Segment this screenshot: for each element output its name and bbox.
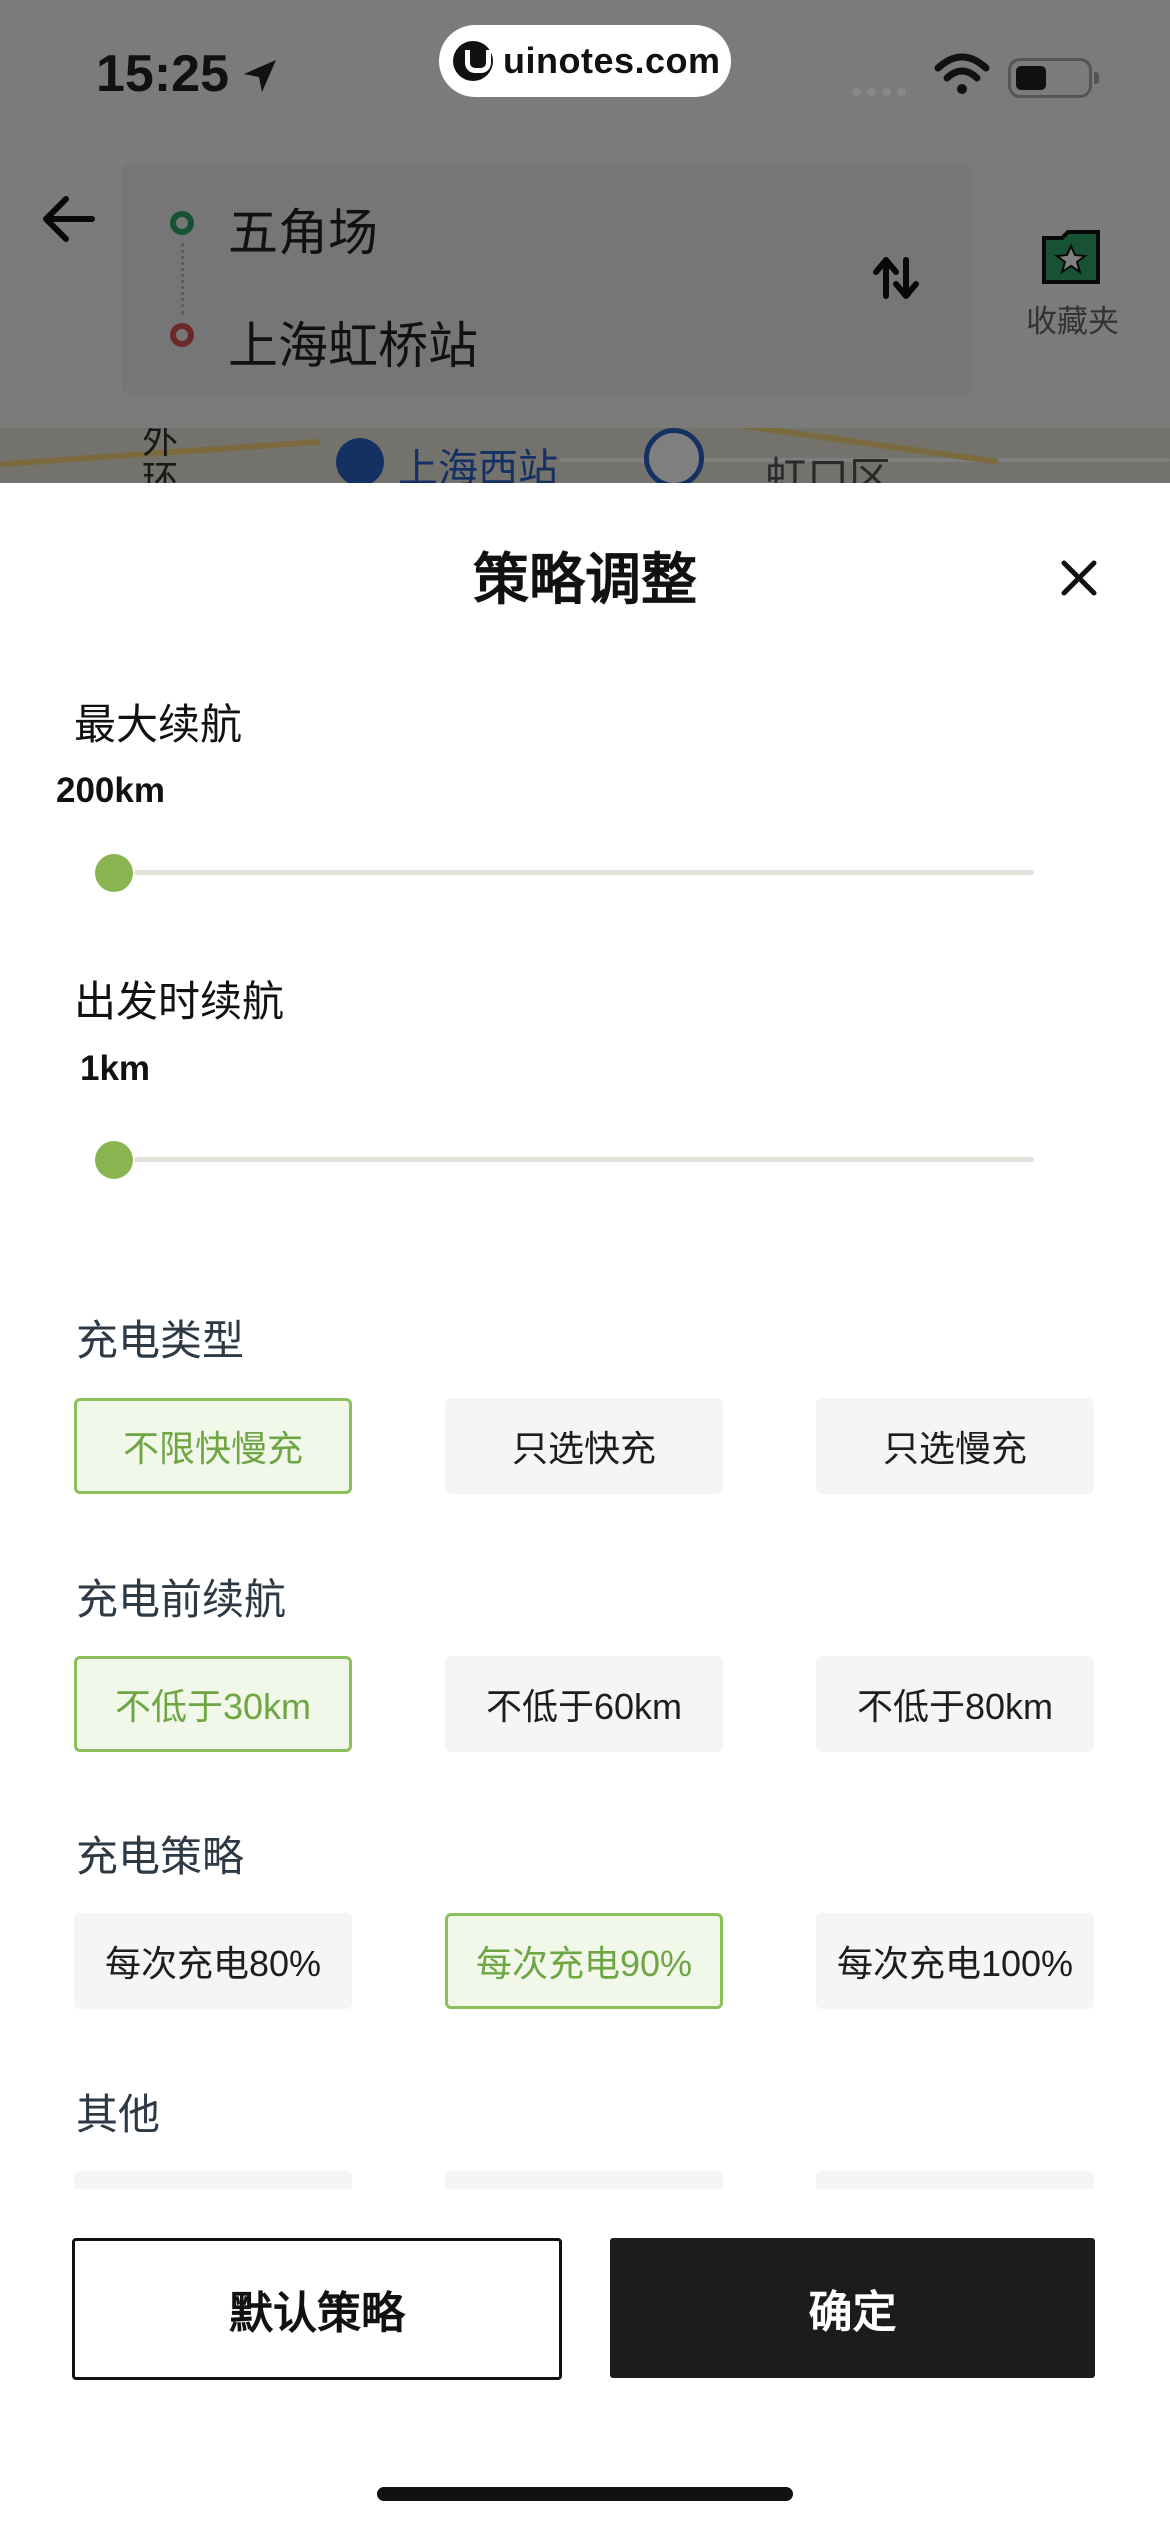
uinotes-logo-icon (453, 41, 493, 81)
charge-type-label: 充电类型 (76, 1317, 245, 1364)
route-header: 外环 上海西站 虹口区 五角场 上海虹桥站 收藏夹 15:25 (0, 0, 1170, 483)
strategy-sheet: 策略调整 最大续航 200km 出发时续航 1km 充电类型 不限快慢充 只选快… (0, 483, 1170, 2532)
battery-icon (1008, 58, 1099, 98)
option-charge-90[interactable]: 每次充电90% (445, 1913, 723, 2009)
default-strategy-button[interactable]: 默认策略 (72, 2238, 562, 2380)
option-any-charge[interactable]: 不限快慢充 (74, 1398, 352, 1494)
max-range-value: 200km (56, 771, 165, 810)
option-fast-only[interactable]: 只选快充 (445, 1398, 723, 1494)
source-watermark: uinotes.com (439, 25, 731, 97)
max-range-label: 最大续航 (74, 701, 243, 748)
option-other-1[interactable] (74, 2171, 352, 2189)
signal-icon (852, 84, 912, 97)
option-min-80km[interactable]: 不低于80km (816, 1656, 1094, 1752)
status-time: 15:25 (96, 45, 229, 103)
close-icon[interactable] (1054, 553, 1104, 603)
confirm-button[interactable]: 确定 (610, 2238, 1095, 2378)
watermark-text: uinotes.com (503, 40, 721, 81)
location-arrow-icon (244, 60, 276, 92)
option-charge-100[interactable]: 每次充电100% (816, 1913, 1094, 2009)
option-min-60km[interactable]: 不低于60km (445, 1656, 723, 1752)
departure-range-value: 1km (80, 1049, 151, 1088)
option-min-30km[interactable]: 不低于30km (74, 1656, 352, 1752)
max-range-slider-track[interactable] (134, 870, 1034, 875)
option-slow-only[interactable]: 只选慢充 (816, 1398, 1094, 1494)
pre-charge-range-label: 充电前续航 (76, 1576, 287, 1623)
wifi-icon (934, 53, 990, 94)
departure-range-slider-thumb[interactable] (95, 1141, 133, 1179)
departure-range-slider-track[interactable] (134, 1157, 1034, 1162)
home-indicator[interactable] (377, 2487, 793, 2501)
departure-range-label: 出发时续航 (74, 978, 285, 1025)
option-other-2[interactable] (445, 2171, 723, 2189)
charge-strategy-label: 充电策略 (76, 1833, 245, 1880)
max-range-slider-thumb[interactable] (95, 854, 133, 892)
sheet-title: 策略调整 (473, 548, 697, 611)
other-label: 其他 (76, 2091, 161, 2138)
option-charge-80[interactable]: 每次充电80% (74, 1913, 352, 2009)
option-other-3[interactable] (816, 2171, 1094, 2189)
